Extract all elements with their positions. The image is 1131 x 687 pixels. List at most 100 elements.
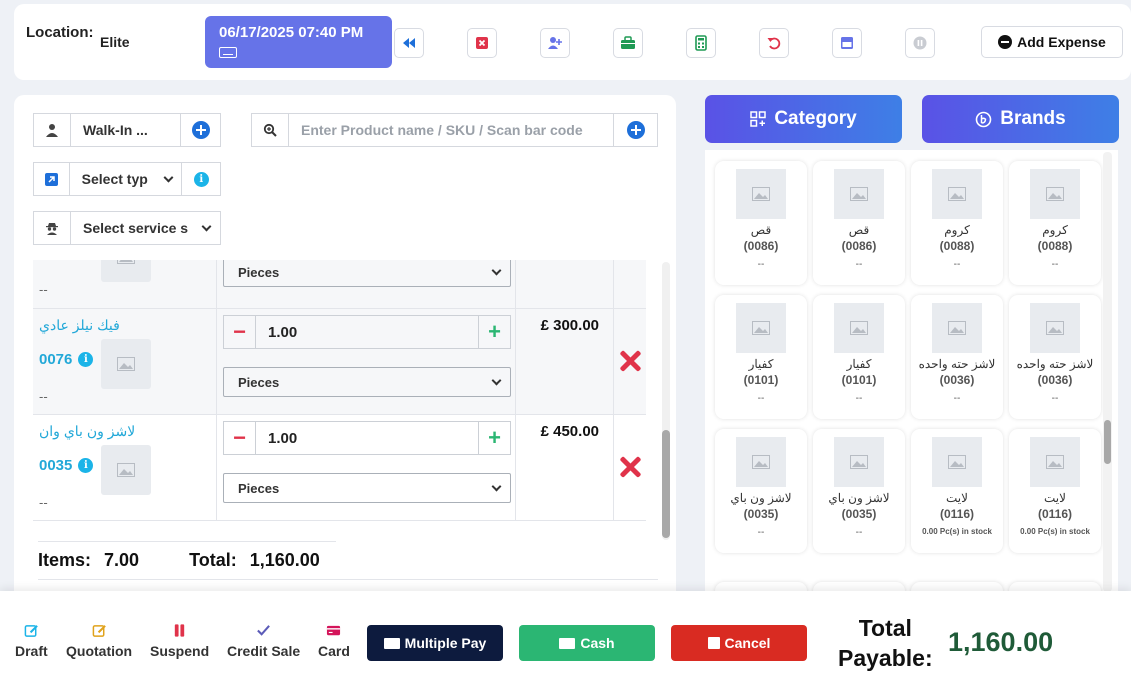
increase-qty-button[interactable]: + — [478, 316, 510, 348]
window-button[interactable] — [832, 28, 862, 58]
product-stock: -- — [855, 527, 863, 538]
register-details-button[interactable] — [613, 28, 643, 58]
product-name[interactable]: لاشز ون باي وان — [39, 423, 135, 440]
product-card[interactable]: لاشز ون باي (0035) -- — [715, 429, 807, 553]
product-card[interactable]: لاشز حته واحده (0036) -- — [1009, 295, 1101, 419]
credit-sale-button[interactable]: Credit Sale — [227, 623, 300, 659]
multiple-pay-label: Multiple Pay — [404, 635, 487, 651]
product-card[interactable]: لاشز حته واحده (0036) -- — [911, 295, 1003, 419]
minus-circle-icon — [998, 35, 1013, 49]
product-code: (0101) — [841, 373, 877, 387]
remove-item-icon[interactable] — [618, 455, 642, 479]
close-register-button[interactable] — [467, 28, 497, 58]
product-search[interactable]: Enter Product name / SKU / Scan bar code — [251, 113, 658, 147]
edit-icon — [92, 625, 106, 637]
keyboard-icon[interactable] — [219, 47, 237, 58]
suspend-button[interactable]: Suspend — [150, 623, 209, 659]
quantity-stepper[interactable]: − 1.00 + — [223, 315, 511, 349]
multiple-pay-button[interactable]: Multiple Pay — [367, 625, 503, 661]
cancel-button[interactable]: Cancel — [671, 625, 807, 661]
category-button[interactable]: Category — [705, 95, 902, 143]
remove-item-icon[interactable] — [618, 349, 642, 373]
product-card[interactable]: كروم (0088) -- — [911, 161, 1003, 285]
add-customer-plus-button[interactable] — [180, 113, 221, 147]
undo-icon — [767, 37, 781, 50]
edit-icon — [24, 625, 38, 637]
product-name: كفيار — [748, 357, 774, 371]
quotation-button[interactable]: Quotation — [66, 623, 132, 659]
product-card[interactable]: قص (0086) -- — [813, 161, 905, 285]
product-card[interactable]: لاشز ون باي (0035) -- — [813, 429, 905, 553]
product-scrollbar[interactable] — [1103, 152, 1112, 592]
unit-select[interactable]: Pieces — [223, 260, 511, 287]
type-select[interactable]: Select typ i — [33, 162, 221, 196]
brand-b-icon — [975, 111, 992, 127]
add-expense-button[interactable]: Add Expense — [981, 26, 1123, 58]
product-sku: 0076 — [39, 351, 73, 368]
increase-qty-button[interactable]: + — [478, 422, 510, 454]
total-payable-value: 1,160.00 — [948, 627, 1054, 657]
category-grid-icon — [750, 111, 767, 127]
product-name: كفيار — [846, 357, 872, 371]
type-info-button[interactable]: i — [181, 163, 220, 195]
product-card[interactable]: لايت (0116) 0.00 Pc(s) in stock — [1009, 429, 1101, 553]
items-value: 7.00 — [104, 550, 140, 570]
search-input[interactable]: Enter Product name / SKU / Scan bar code — [289, 122, 613, 138]
product-name: لاشز حته واحده — [1016, 357, 1094, 371]
decrease-qty-button[interactable]: − — [224, 316, 256, 348]
undo-button[interactable] — [759, 28, 789, 58]
cash-label: Cash — [580, 635, 615, 651]
chevron-down-icon — [201, 221, 212, 231]
card-button[interactable]: Card — [318, 623, 350, 659]
quantity-input[interactable]: 1.00 — [256, 316, 478, 348]
type-value: Select typ — [81, 171, 148, 187]
pause-button[interactable] — [905, 28, 935, 58]
product-code: (0086) — [841, 239, 877, 253]
brands-button[interactable]: Brands — [922, 95, 1119, 143]
service-staff-select[interactable]: Select service s — [33, 211, 221, 245]
product-image — [1030, 303, 1080, 353]
calculator-button[interactable] — [686, 28, 716, 58]
quantity-input[interactable]: 1.00 — [256, 422, 478, 454]
cart-scrollbar[interactable] — [662, 262, 670, 540]
product-card[interactable]: كفيار (0101) -- — [715, 295, 807, 419]
product-name: لايت — [946, 491, 968, 505]
product-stock: -- — [953, 393, 961, 404]
datetime-text: 06/17/2025 07:40 PM — [219, 24, 364, 41]
product-card[interactable]: لايت (0116) 0.00 Pc(s) in stock — [911, 429, 1003, 553]
total-payable-label: Total Payable: — [838, 613, 933, 673]
add-product-button[interactable] — [613, 114, 657, 146]
product-image — [932, 437, 982, 487]
brands-label: Brands — [1000, 108, 1066, 129]
info-icon[interactable]: i — [78, 458, 94, 473]
cash-button[interactable]: Cash — [519, 625, 655, 661]
product-stock: 0.00 Pc(s) in stock — [1020, 527, 1090, 536]
total-payable-line2: Payable: — [838, 645, 933, 671]
rewind-button[interactable] — [394, 28, 424, 58]
quantity-stepper[interactable]: − 1.00 + — [223, 421, 511, 455]
draft-button[interactable]: Draft — [15, 623, 48, 659]
scrollbar-thumb[interactable] — [1104, 420, 1111, 464]
product-card[interactable]: قص (0086) -- — [715, 161, 807, 285]
line-price: £ 300.00 — [540, 317, 599, 334]
product-image — [101, 445, 151, 495]
product-name: قص — [848, 223, 870, 237]
product-name[interactable]: فيك نيلز عادي — [39, 317, 120, 334]
product-code: (0086) — [743, 239, 779, 253]
product-note: -- — [39, 282, 48, 297]
check-icon — [257, 625, 270, 636]
product-card[interactable]: كفيار (0101) -- — [813, 295, 905, 419]
suspend-label: Suspend — [150, 643, 210, 659]
product-stock: -- — [1051, 393, 1059, 404]
product-card[interactable]: كروم (0088) -- — [1009, 161, 1101, 285]
scrollbar-thumb[interactable] — [662, 430, 670, 538]
datetime-box[interactable]: 06/17/2025 07:40 PM — [205, 16, 392, 68]
product-image — [736, 303, 786, 353]
unit-select[interactable]: Pieces — [223, 473, 511, 503]
unit-select[interactable]: Pieces — [223, 367, 511, 397]
decrease-qty-button[interactable]: − — [224, 422, 256, 454]
product-name: قص — [750, 223, 772, 237]
info-icon[interactable]: i — [78, 352, 94, 367]
product-stock: -- — [953, 259, 961, 270]
add-customer-button[interactable] — [540, 28, 570, 58]
